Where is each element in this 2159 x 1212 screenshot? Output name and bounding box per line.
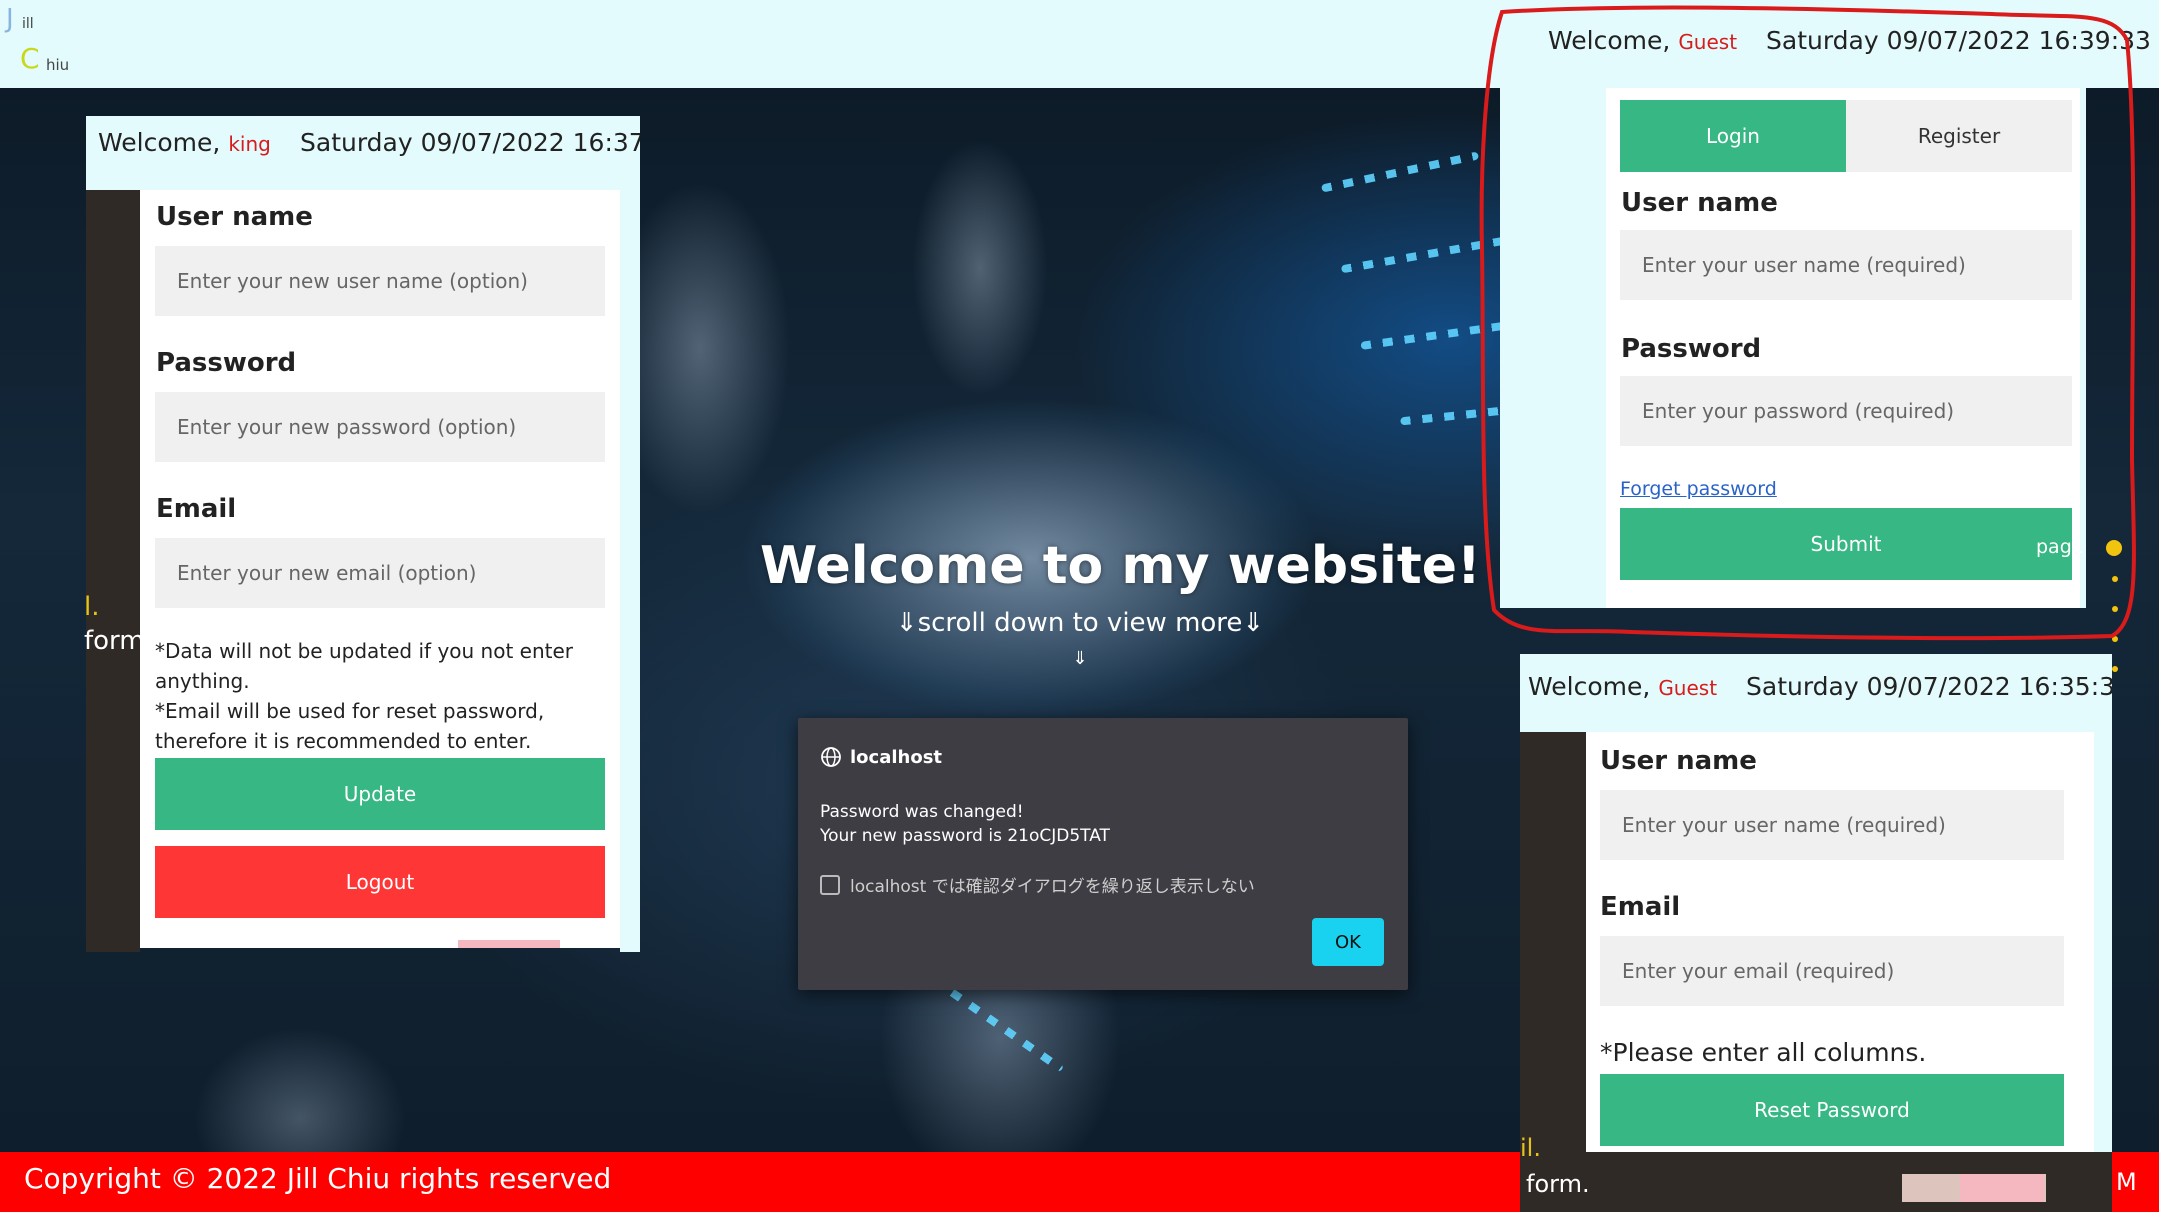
password-label: Password	[156, 348, 297, 378]
dialog-message: Password was changed! Your new password …	[820, 800, 1110, 848]
update-panel-datetime: Saturday 09/07/2022 16:37:	[300, 128, 640, 157]
forget-password-link[interactable]: Forget password	[1620, 478, 1777, 500]
hero-title: Welcome to my website!	[760, 536, 1481, 596]
update-form: User name Enter your new user name (opti…	[140, 190, 620, 948]
reset-panel-welcome: Welcome, Guest	[1528, 672, 1717, 701]
new-email-input[interactable]: Enter your new email (option)	[155, 538, 605, 608]
logo-letter-c: C	[20, 42, 40, 75]
underlay-fragment	[458, 940, 560, 948]
username-label: User name	[1621, 188, 1778, 218]
alert-dialog: localhost Password was changed! Your new…	[798, 718, 1408, 990]
note-line: therefore it is recommended to enter.	[155, 729, 532, 753]
suppress-checkbox[interactable]	[820, 874, 840, 895]
edge-text: M	[2116, 1168, 2137, 1196]
panel-edge	[2094, 732, 2112, 1174]
reset-email-input[interactable]: Enter your email (required)	[1600, 936, 2064, 1006]
side-text: il.	[1520, 1134, 1541, 1162]
username-label: User name	[1600, 746, 1757, 776]
message-line: Your new password is 21oCJD5TAT	[820, 826, 1110, 846]
welcome-label: Welcome,	[1548, 26, 1671, 55]
page-dot-icon[interactable]	[2112, 576, 2118, 582]
side-strip	[1520, 732, 1586, 1202]
ok-button[interactable]: OK	[1312, 918, 1384, 966]
underlay-fragment	[1960, 1174, 2044, 1202]
page-dot-icon[interactable]	[2112, 636, 2118, 642]
active-page-dot-icon[interactable]	[2106, 540, 2122, 556]
update-note: *Data will not be updated if you not ent…	[155, 636, 610, 756]
scroll-arrow: ⇓	[1072, 648, 1088, 669]
login-form: Login Register User name Enter your user…	[1606, 88, 2084, 608]
logo-text-ill: ill	[22, 16, 34, 32]
user-name: king	[228, 132, 271, 156]
hero-subtitle: ⇓scroll down to view more⇓	[895, 608, 1265, 638]
light-strip	[1320, 151, 1480, 193]
side-text: l.	[84, 592, 100, 622]
new-password-input[interactable]: Enter your new password (option)	[155, 392, 605, 462]
header-welcome: Welcome, Guest	[1548, 26, 1737, 55]
page-label: pag	[2036, 536, 2072, 558]
page-number: 1	[2071, 536, 2084, 558]
panel-edge	[620, 190, 640, 952]
dialog-host-label: localhost	[850, 746, 943, 768]
user-name: Guest	[1678, 30, 1738, 54]
reset-form: User name Enter your user name (required…	[1586, 732, 2094, 1174]
update-panel-welcome: Welcome, king	[98, 128, 271, 157]
welcome-label: Welcome,	[98, 128, 221, 157]
reset-username-input[interactable]: Enter your user name (required)	[1600, 790, 2064, 860]
user-name: Guest	[1658, 676, 1718, 700]
page-dot-icon[interactable]	[2112, 666, 2118, 672]
suppress-dialogs-option[interactable]: localhost では確認ダイアログを繰り返し表示しない	[820, 872, 1255, 897]
header-datetime: Saturday 09/07/2022 16:39:33	[1766, 26, 2151, 55]
username-label: User name	[156, 202, 313, 232]
globe-icon	[821, 747, 841, 767]
username-input[interactable]: Enter your user name (required)	[1620, 230, 2072, 300]
logout-button[interactable]: Logout	[155, 846, 605, 918]
submit-button[interactable]: Submit	[1620, 508, 2072, 580]
note-line: anything.	[155, 669, 250, 693]
copyright-text: Copyright © 2022 Jill Chiu rights reserv…	[24, 1162, 612, 1195]
tab-login[interactable]: Login	[1620, 100, 1846, 172]
logo-letter-j: J	[6, 4, 14, 34]
welcome-label: Welcome,	[1528, 672, 1651, 701]
email-label: Email	[156, 494, 237, 524]
suppress-checkbox-label: localhost では確認ダイアログを繰り返し表示しない	[850, 877, 1255, 897]
page-indicator: pag1	[2036, 536, 2084, 558]
note-line: *Email will be used for reset password,	[155, 699, 545, 723]
password-input[interactable]: Enter your password (required)	[1620, 376, 2072, 446]
side-strip	[86, 190, 140, 952]
reset-password-button[interactable]: Reset Password	[1600, 1074, 2064, 1146]
note-line: *Data will not be updated if you not ent…	[155, 639, 574, 663]
reset-note: *Please enter all columns.	[1600, 1038, 1927, 1067]
reset-panel-datetime: Saturday 09/07/2022 16:35:36	[1746, 672, 2112, 701]
side-text: form.	[1526, 1170, 1590, 1198]
message-line: Password was changed!	[820, 802, 1024, 822]
password-label: Password	[1621, 334, 1762, 364]
page-dot-icon[interactable]	[2112, 606, 2118, 612]
tab-register[interactable]: Register	[1846, 100, 2072, 172]
dialog-host: localhost	[820, 746, 942, 768]
email-label: Email	[1600, 892, 1681, 922]
new-username-input[interactable]: Enter your new user name (option)	[155, 246, 605, 316]
update-button[interactable]: Update	[155, 758, 605, 830]
logo-text-hiu: hiu	[46, 56, 70, 74]
